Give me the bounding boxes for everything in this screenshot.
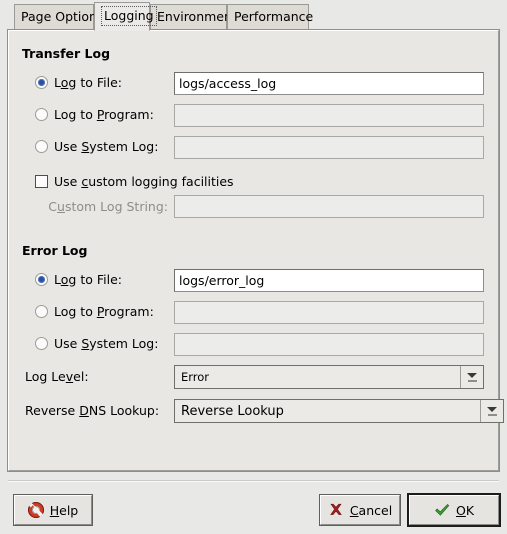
logging-panel: Transfer Log Log to File: logs/access_lo… xyxy=(7,29,504,472)
error-log-file-value: logs/error_log xyxy=(179,273,265,288)
chevron-down-icon xyxy=(487,406,497,412)
error-use-system-log-label: Use System Log: xyxy=(54,336,159,351)
error-log-to-program-radio[interactable] xyxy=(35,305,48,318)
reverse-dns-value: Reverse Lookup xyxy=(181,403,284,419)
use-custom-logging-checkbox[interactable] xyxy=(35,175,48,188)
error-log-program-input[interactable] xyxy=(174,301,484,324)
error-log-to-file-row[interactable]: Log to File: xyxy=(35,269,185,291)
tab-environment[interactable]: Environment xyxy=(150,4,237,30)
lifebuoy-icon xyxy=(27,502,44,518)
tab-logging-label: Logging xyxy=(101,6,157,26)
error-system-log-input[interactable] xyxy=(174,333,484,356)
error-log-to-program-label: Log to Program: xyxy=(54,304,154,319)
error-log-group-title: Error Log xyxy=(22,243,88,258)
tab-strip: Page Options Logging Environment Perform… xyxy=(0,0,507,31)
tab-page-options-label: Page Options xyxy=(21,9,104,24)
tab-page-options[interactable]: Page Options xyxy=(14,4,103,30)
tab-performance-label: Performance xyxy=(234,9,314,24)
transfer-log-to-program-radio[interactable] xyxy=(35,108,48,121)
log-level-value: Error xyxy=(181,370,210,384)
cancel-button[interactable]: Cancel xyxy=(319,494,401,526)
transfer-log-file-input[interactable]: logs/access_log xyxy=(174,72,484,95)
transfer-use-system-log-row[interactable]: Use System Log: xyxy=(35,136,185,158)
chevron-down-icon xyxy=(467,372,477,378)
transfer-log-group-title: Transfer Log xyxy=(22,46,111,61)
help-button-label: Help xyxy=(49,502,79,518)
error-use-system-log-radio[interactable] xyxy=(35,337,48,350)
ok-button[interactable]: OK xyxy=(407,493,501,527)
error-log-to-file-radio[interactable] xyxy=(35,273,48,286)
tab-environment-label: Environment xyxy=(157,9,237,24)
error-log-to-file-label: Log to File: xyxy=(54,272,122,287)
log-level-label-row: Log Level: xyxy=(25,366,168,388)
reverse-dns-label-row: Reverse DNS Lookup: xyxy=(25,400,168,422)
transfer-log-program-input[interactable] xyxy=(174,104,484,127)
transfer-log-to-file-row[interactable]: Log to File: xyxy=(35,72,185,94)
log-level-label: Log Level: xyxy=(25,369,89,384)
custom-log-string-label-row: Custom Log String: xyxy=(35,196,168,218)
help-button[interactable]: Help xyxy=(13,494,93,526)
button-bar-separator xyxy=(8,480,499,482)
transfer-use-system-log-label: Use System Log: xyxy=(54,139,159,154)
error-log-to-program-row[interactable]: Log to Program: xyxy=(35,301,185,323)
transfer-log-to-program-label: Log to Program: xyxy=(54,107,154,122)
tab-performance[interactable]: Performance xyxy=(227,4,313,30)
green-check-icon xyxy=(434,502,450,518)
cancel-button-label: Cancel xyxy=(349,502,393,518)
error-use-system-log-row[interactable]: Use System Log: xyxy=(35,333,185,355)
transfer-log-to-file-label: Log to File: xyxy=(54,75,122,90)
transfer-log-file-value: logs/access_log xyxy=(179,76,277,91)
chevron-underline-icon xyxy=(467,379,477,382)
tab-logging[interactable]: Logging xyxy=(94,2,157,31)
transfer-system-log-input[interactable] xyxy=(174,136,484,159)
custom-log-string-label: Custom Log String: xyxy=(48,199,168,214)
ok-button-label: OK xyxy=(455,502,475,518)
red-x-icon xyxy=(328,502,344,518)
use-custom-logging-row[interactable]: Use custom logging facilities xyxy=(35,171,285,193)
custom-log-string-input[interactable] xyxy=(174,195,484,218)
transfer-use-system-log-radio[interactable] xyxy=(35,140,48,153)
log-level-select[interactable]: Error xyxy=(174,365,484,389)
transfer-log-to-program-row[interactable]: Log to Program: xyxy=(35,104,185,126)
transfer-log-to-file-radio[interactable] xyxy=(35,76,48,89)
error-log-file-input[interactable]: logs/error_log xyxy=(174,269,484,292)
reverse-dns-select[interactable]: Reverse Lookup xyxy=(174,399,504,423)
log-level-dropdown-button[interactable] xyxy=(460,366,483,388)
reverse-dns-dropdown-button[interactable] xyxy=(480,400,503,422)
use-custom-logging-label: Use custom logging facilities xyxy=(54,174,234,189)
reverse-dns-label: Reverse DNS Lookup: xyxy=(25,403,160,418)
chevron-underline-icon xyxy=(487,413,497,416)
